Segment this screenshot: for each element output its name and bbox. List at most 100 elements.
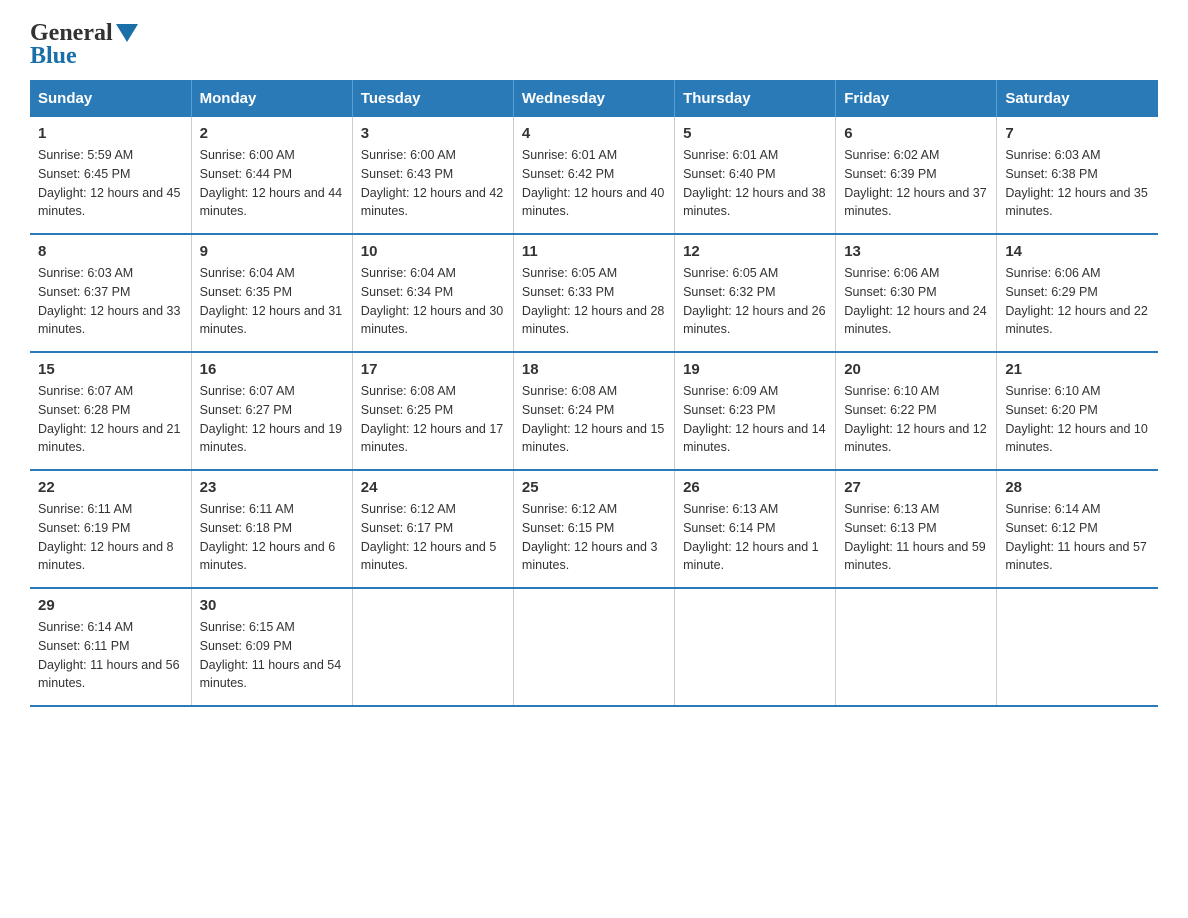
calendar-cell: 22 Sunrise: 6:11 AM Sunset: 6:19 PM Dayl… [30,470,191,588]
day-number: 11 [522,243,666,260]
daylight-label: Daylight: 12 hours and 1 minute. [683,540,819,573]
daylight-label: Daylight: 12 hours and 10 minutes. [1005,422,1147,455]
sunrise-label: Sunrise: 6:11 AM [38,502,132,516]
calendar-cell [836,588,997,706]
daylight-label: Daylight: 12 hours and 28 minutes. [522,304,664,337]
column-header-wednesday: Wednesday [513,80,674,117]
calendar-cell: 25 Sunrise: 6:12 AM Sunset: 6:15 PM Dayl… [513,470,674,588]
logo: General Blue [30,20,138,70]
sunrise-label: Sunrise: 6:01 AM [683,148,778,162]
sunset-label: Sunset: 6:38 PM [1005,167,1097,181]
sunrise-label: Sunrise: 6:01 AM [522,148,617,162]
daylight-label: Daylight: 12 hours and 31 minutes. [200,304,342,337]
day-number: 26 [683,479,827,496]
calendar-cell: 8 Sunrise: 6:03 AM Sunset: 6:37 PM Dayli… [30,234,191,352]
day-info: Sunrise: 6:13 AM Sunset: 6:14 PM Dayligh… [683,500,827,575]
sunset-label: Sunset: 6:17 PM [361,521,453,535]
calendar-cell: 9 Sunrise: 6:04 AM Sunset: 6:35 PM Dayli… [191,234,352,352]
calendar-cell: 11 Sunrise: 6:05 AM Sunset: 6:33 PM Dayl… [513,234,674,352]
day-number: 3 [361,125,505,142]
day-info: Sunrise: 6:01 AM Sunset: 6:42 PM Dayligh… [522,146,666,221]
calendar-cell [513,588,674,706]
column-header-thursday: Thursday [675,80,836,117]
logo-blue-text: Blue [30,43,138,70]
column-header-tuesday: Tuesday [352,80,513,117]
sunset-label: Sunset: 6:39 PM [844,167,936,181]
calendar-cell: 30 Sunrise: 6:15 AM Sunset: 6:09 PM Dayl… [191,588,352,706]
calendar-cell: 16 Sunrise: 6:07 AM Sunset: 6:27 PM Dayl… [191,352,352,470]
day-info: Sunrise: 6:07 AM Sunset: 6:28 PM Dayligh… [38,382,183,457]
sunrise-label: Sunrise: 6:13 AM [844,502,939,516]
sunset-label: Sunset: 6:40 PM [683,167,775,181]
sunset-label: Sunset: 6:33 PM [522,285,614,299]
day-info: Sunrise: 6:00 AM Sunset: 6:43 PM Dayligh… [361,146,505,221]
day-number: 25 [522,479,666,496]
daylight-label: Daylight: 12 hours and 44 minutes. [200,186,342,219]
calendar-cell: 7 Sunrise: 6:03 AM Sunset: 6:38 PM Dayli… [997,117,1158,234]
sunrise-label: Sunrise: 6:14 AM [1005,502,1100,516]
day-number: 20 [844,361,988,378]
daylight-label: Daylight: 11 hours and 59 minutes. [844,540,986,573]
calendar-week-row: 1 Sunrise: 5:59 AM Sunset: 6:45 PM Dayli… [30,117,1158,234]
day-info: Sunrise: 6:06 AM Sunset: 6:29 PM Dayligh… [1005,264,1150,339]
daylight-label: Daylight: 12 hours and 6 minutes. [200,540,336,573]
calendar-cell: 10 Sunrise: 6:04 AM Sunset: 6:34 PM Dayl… [352,234,513,352]
day-number: 21 [1005,361,1150,378]
day-info: Sunrise: 6:14 AM Sunset: 6:12 PM Dayligh… [1005,500,1150,575]
sunrise-label: Sunrise: 6:04 AM [200,266,295,280]
day-number: 7 [1005,125,1150,142]
calendar-cell: 28 Sunrise: 6:14 AM Sunset: 6:12 PM Dayl… [997,470,1158,588]
daylight-label: Daylight: 11 hours and 54 minutes. [200,658,342,691]
calendar-cell: 4 Sunrise: 6:01 AM Sunset: 6:42 PM Dayli… [513,117,674,234]
sunset-label: Sunset: 6:37 PM [38,285,130,299]
day-number: 30 [200,597,344,614]
calendar-cell: 5 Sunrise: 6:01 AM Sunset: 6:40 PM Dayli… [675,117,836,234]
calendar-body: 1 Sunrise: 5:59 AM Sunset: 6:45 PM Dayli… [30,117,1158,706]
sunset-label: Sunset: 6:30 PM [844,285,936,299]
day-info: Sunrise: 6:05 AM Sunset: 6:33 PM Dayligh… [522,264,666,339]
daylight-label: Daylight: 12 hours and 5 minutes. [361,540,497,573]
day-number: 9 [200,243,344,260]
day-info: Sunrise: 6:04 AM Sunset: 6:35 PM Dayligh… [200,264,344,339]
day-info: Sunrise: 6:09 AM Sunset: 6:23 PM Dayligh… [683,382,827,457]
day-info: Sunrise: 6:02 AM Sunset: 6:39 PM Dayligh… [844,146,988,221]
daylight-label: Daylight: 11 hours and 56 minutes. [38,658,180,691]
calendar-header-row: SundayMondayTuesdayWednesdayThursdayFrid… [30,80,1158,117]
sunset-label: Sunset: 6:24 PM [522,403,614,417]
day-info: Sunrise: 6:01 AM Sunset: 6:40 PM Dayligh… [683,146,827,221]
day-number: 15 [38,361,183,378]
daylight-label: Daylight: 12 hours and 38 minutes. [683,186,825,219]
day-number: 16 [200,361,344,378]
sunrise-label: Sunrise: 6:07 AM [38,384,133,398]
calendar-cell: 23 Sunrise: 6:11 AM Sunset: 6:18 PM Dayl… [191,470,352,588]
sunset-label: Sunset: 6:22 PM [844,403,936,417]
day-number: 18 [522,361,666,378]
daylight-label: Daylight: 11 hours and 57 minutes. [1005,540,1147,573]
calendar-week-row: 22 Sunrise: 6:11 AM Sunset: 6:19 PM Dayl… [30,470,1158,588]
daylight-label: Daylight: 12 hours and 37 minutes. [844,186,986,219]
sunset-label: Sunset: 6:45 PM [38,167,130,181]
sunrise-label: Sunrise: 6:08 AM [361,384,456,398]
daylight-label: Daylight: 12 hours and 35 minutes. [1005,186,1147,219]
calendar-cell: 13 Sunrise: 6:06 AM Sunset: 6:30 PM Dayl… [836,234,997,352]
sunset-label: Sunset: 6:44 PM [200,167,292,181]
sunset-label: Sunset: 6:14 PM [683,521,775,535]
sunrise-label: Sunrise: 6:05 AM [683,266,778,280]
column-header-sunday: Sunday [30,80,191,117]
calendar-cell: 6 Sunrise: 6:02 AM Sunset: 6:39 PM Dayli… [836,117,997,234]
day-number: 28 [1005,479,1150,496]
day-number: 12 [683,243,827,260]
calendar-cell: 1 Sunrise: 5:59 AM Sunset: 6:45 PM Dayli… [30,117,191,234]
sunrise-label: Sunrise: 6:06 AM [1005,266,1100,280]
sunset-label: Sunset: 6:13 PM [844,521,936,535]
day-info: Sunrise: 6:15 AM Sunset: 6:09 PM Dayligh… [200,618,344,693]
sunrise-label: Sunrise: 6:14 AM [38,620,133,634]
sunrise-label: Sunrise: 6:12 AM [361,502,456,516]
calendar-week-row: 8 Sunrise: 6:03 AM Sunset: 6:37 PM Dayli… [30,234,1158,352]
day-info: Sunrise: 6:00 AM Sunset: 6:44 PM Dayligh… [200,146,344,221]
calendar-table: SundayMondayTuesdayWednesdayThursdayFrid… [30,80,1158,707]
day-number: 6 [844,125,988,142]
column-header-monday: Monday [191,80,352,117]
sunset-label: Sunset: 6:18 PM [200,521,292,535]
daylight-label: Daylight: 12 hours and 8 minutes. [38,540,174,573]
